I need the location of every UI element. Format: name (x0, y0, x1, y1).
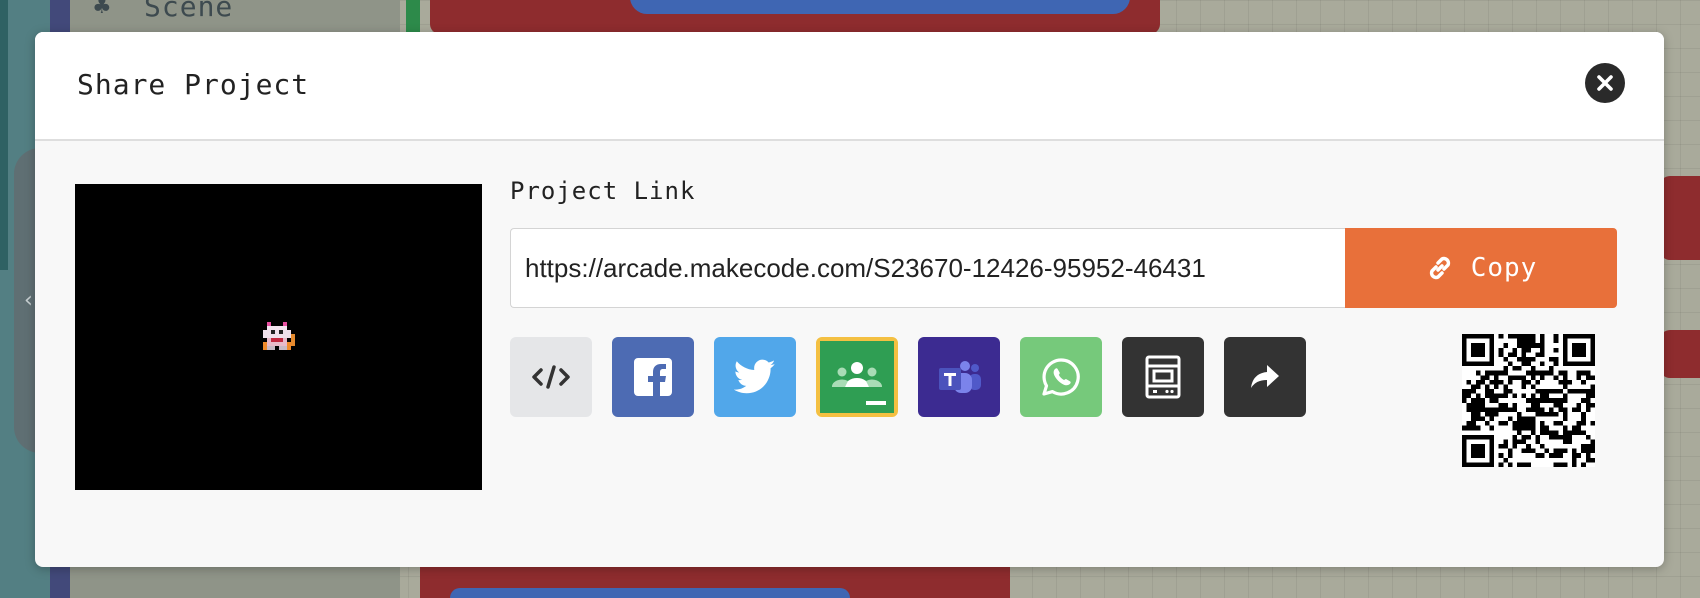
code-icon (532, 365, 570, 389)
google-classroom-share-button[interactable] (816, 337, 898, 417)
embed-button[interactable] (510, 337, 592, 417)
twitter-share-button[interactable] (714, 337, 796, 417)
game-preview[interactable] (75, 184, 482, 490)
whatsapp-share-button[interactable] (1020, 337, 1102, 417)
teams-icon (939, 361, 981, 393)
close-icon (1597, 75, 1613, 91)
share-more-button[interactable] (1224, 337, 1306, 417)
chevron-left-icon: ‹ (24, 288, 33, 313)
tree-icon: ♣ (92, 0, 112, 19)
google-classroom-icon (820, 341, 894, 413)
code-block (1660, 176, 1700, 260)
editor-side-edge (0, 0, 8, 270)
dialog-header: Share Project (35, 32, 1664, 141)
character-sprite (263, 322, 295, 350)
arcade-kiosk-button[interactable] (1122, 337, 1204, 417)
copy-button[interactable]: Copy (1345, 228, 1617, 308)
qr-code[interactable] (1462, 334, 1595, 467)
teams-share-button[interactable] (918, 337, 1000, 417)
twitter-icon (734, 359, 776, 394)
whatsapp-icon (1042, 358, 1080, 396)
code-block (630, 0, 1130, 14)
copy-button-label: Copy (1470, 253, 1538, 283)
toolbox-category-scene: Scene (144, 0, 234, 23)
project-link-label: Project Link (510, 177, 696, 205)
close-button[interactable] (1585, 63, 1625, 103)
code-block (450, 588, 850, 598)
share-arrow-icon (1251, 365, 1279, 388)
code-block (1660, 330, 1700, 378)
link-icon (1429, 256, 1450, 280)
block-edge (406, 0, 420, 34)
facebook-icon (634, 358, 672, 397)
dialog-title: Share Project (77, 68, 310, 101)
project-link-input[interactable] (510, 228, 1346, 308)
arcade-cabinet-icon (1145, 355, 1181, 399)
share-dialog: Share Project Project Link https://arcad… (35, 32, 1664, 567)
facebook-share-button[interactable] (612, 337, 694, 417)
